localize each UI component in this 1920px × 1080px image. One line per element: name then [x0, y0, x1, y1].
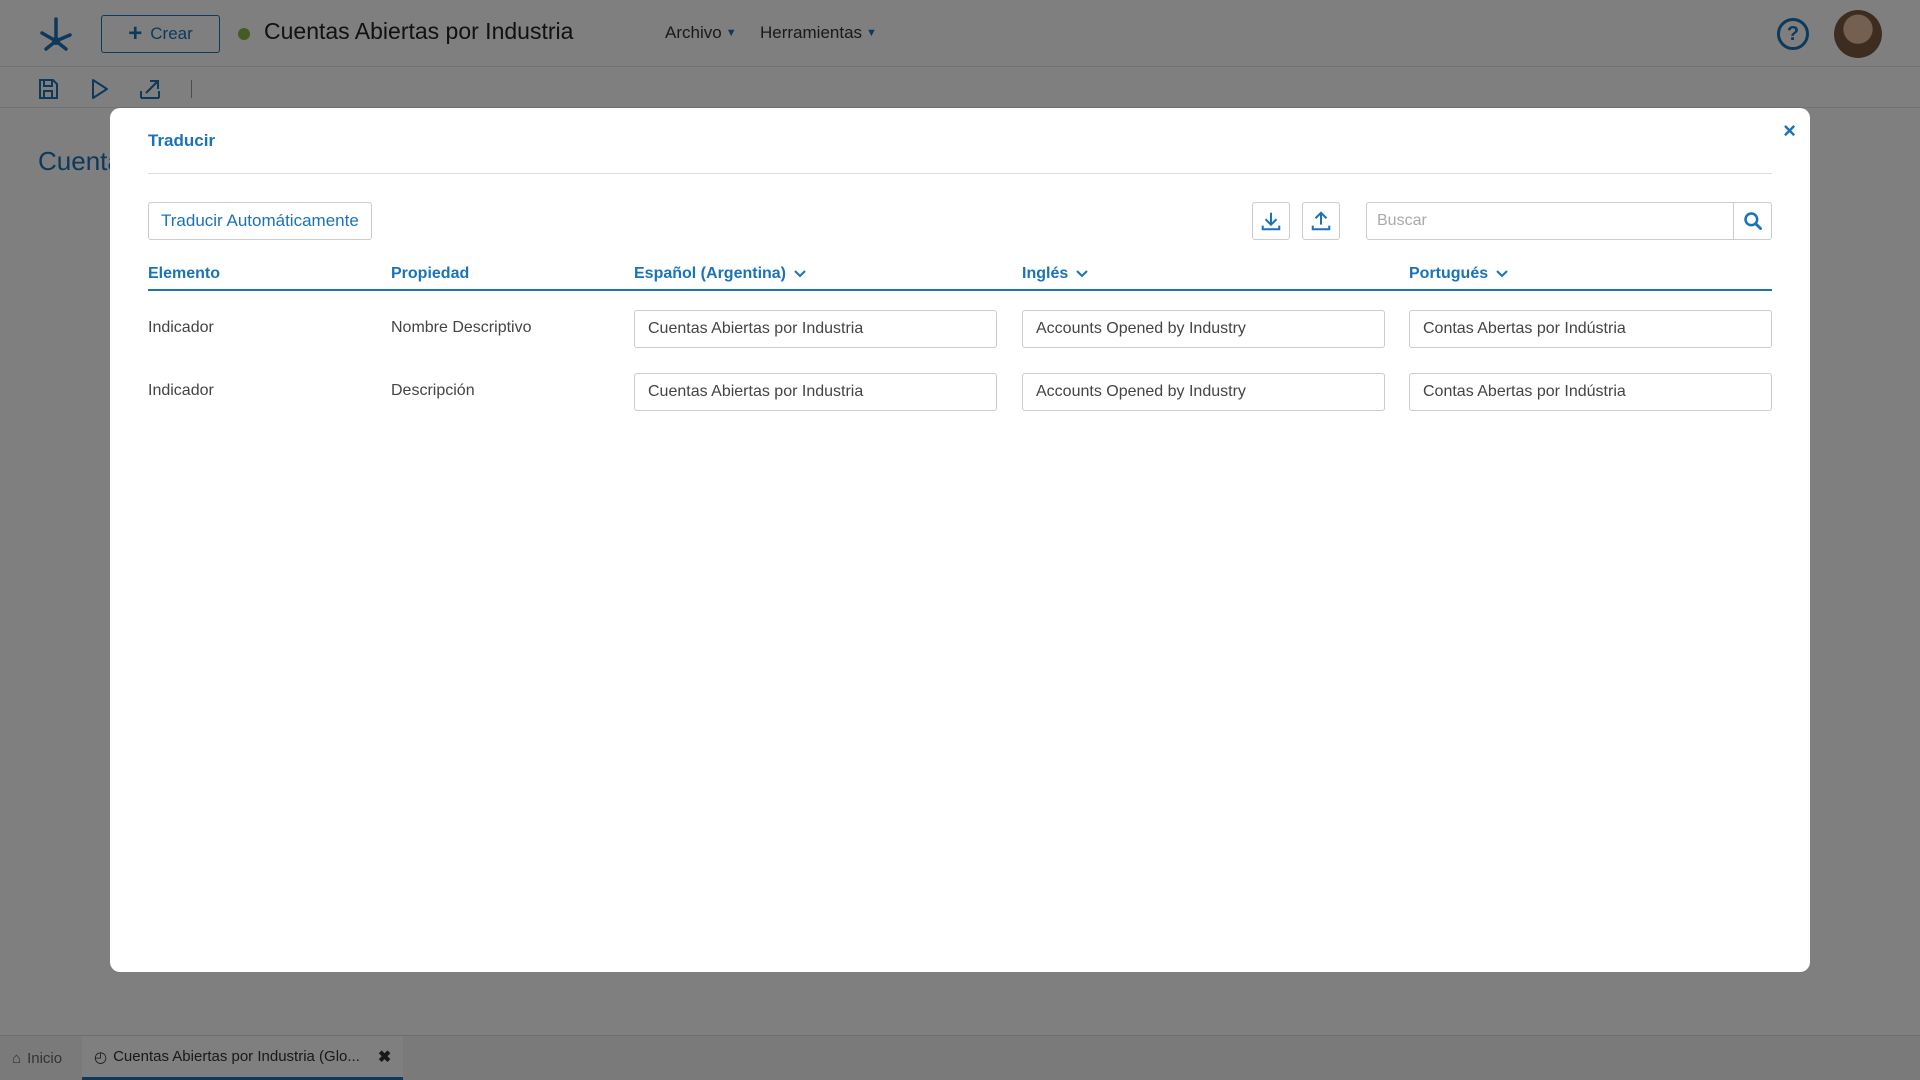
auto-translate-button[interactable]: Traducir Automáticamente: [148, 202, 372, 240]
row-element: Indicador: [148, 382, 214, 399]
column-header-portugues[interactable]: Portugués: [1409, 265, 1508, 283]
divider: [148, 173, 1772, 174]
translation-input-en[interactable]: Accounts Opened by Industry: [1022, 373, 1385, 411]
column-header-elemento[interactable]: Elemento: [148, 265, 220, 283]
upload-button[interactable]: [1302, 202, 1340, 240]
column-header-espanol[interactable]: Español (Argentina): [634, 265, 806, 283]
column-header-propiedad[interactable]: Propiedad: [391, 265, 469, 283]
row-element: Indicador: [148, 319, 214, 336]
close-icon[interactable]: ×: [1783, 118, 1796, 144]
translate-dialog: Traducir × Traducir Automáticamente Elem…: [110, 108, 1810, 972]
column-header-label: Elemento: [148, 265, 221, 282]
dialog-title: Traducir: [148, 131, 216, 150]
chevron-down-icon[interactable]: [794, 270, 806, 278]
download-icon: [1261, 212, 1281, 231]
chevron-down-icon[interactable]: [1496, 270, 1508, 278]
search-icon: [1743, 212, 1762, 230]
translation-input-es[interactable]: Cuentas Abiertas por Industria: [634, 373, 997, 411]
column-header-label: Portugués: [1409, 265, 1489, 282]
download-button[interactable]: [1252, 202, 1290, 240]
translation-input-en[interactable]: Accounts Opened by Industry: [1022, 310, 1385, 348]
search-box: [1366, 202, 1772, 240]
column-header-label: Propiedad: [391, 265, 470, 282]
table-header-underline: [148, 289, 1772, 291]
chevron-down-icon[interactable]: [1076, 270, 1088, 278]
translation-input-pt[interactable]: Contas Abertas por Indústria: [1409, 310, 1772, 348]
upload-icon: [1311, 211, 1331, 231]
row-property: Descripción: [391, 382, 475, 399]
search-button[interactable]: [1733, 203, 1771, 239]
column-header-label: Español (Argentina): [634, 265, 787, 282]
search-input[interactable]: [1367, 203, 1733, 239]
row-property: Nombre Descriptivo: [391, 319, 532, 336]
column-header-label: Inglés: [1022, 265, 1069, 282]
translation-input-es[interactable]: Cuentas Abiertas por Industria: [634, 310, 997, 348]
translation-input-pt[interactable]: Contas Abertas por Indústria: [1409, 373, 1772, 411]
column-header-ingles[interactable]: Inglés: [1022, 265, 1088, 283]
